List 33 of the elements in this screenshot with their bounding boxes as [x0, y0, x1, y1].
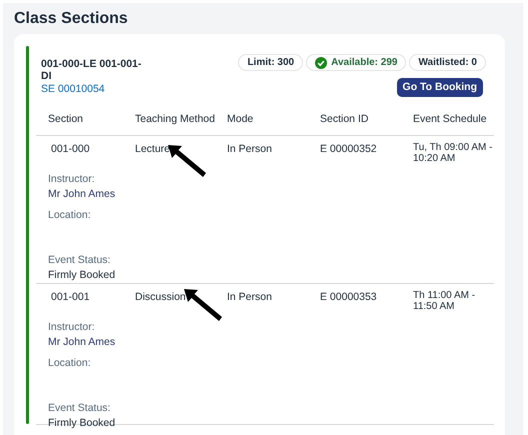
field-label: Instructor:	[48, 321, 95, 334]
field-label: Instructor:	[48, 173, 95, 186]
event-status: Firmly Booked	[48, 417, 116, 430]
column-header: Mode	[227, 112, 254, 127]
table-cell-text: 001-001	[50, 290, 91, 305]
column-header: Event Schedule	[413, 112, 488, 127]
table-cell-text: In Person	[227, 142, 273, 157]
check-circle-icon	[315, 56, 328, 68]
column-header: Teaching Method	[135, 112, 216, 127]
instructor-name: Mr John Ames	[48, 188, 116, 201]
table-cell-text: Th 11:00 AM - 11:50 AM	[413, 290, 476, 312]
column-header: Section	[48, 112, 84, 127]
go-to-booking-button[interactable]: Go To Booking	[396, 78, 483, 97]
field-label: Event Status:	[48, 402, 110, 415]
event-status: Firmly Booked	[48, 269, 116, 282]
table-cell-text: 001-000	[50, 142, 91, 157]
section-title: Class Sections	[14, 9, 129, 29]
table-cell-text: Discussion	[135, 290, 186, 305]
group-name: 001-000-LE 001-001-DI	[41, 58, 142, 82]
field-label: Location:	[48, 357, 91, 370]
column-header: Section ID	[320, 112, 370, 127]
table-cell-text: E 00000352	[320, 142, 378, 157]
count-badge: Waitlisted: 0	[409, 54, 486, 71]
count-badge: Limit: 300	[238, 54, 304, 71]
table-cell-text: Lecture	[135, 142, 170, 157]
group-code: SE 00010054	[41, 82, 106, 96]
availability-badge: Available: 299	[306, 54, 406, 71]
instructor-name: Mr John Ames	[48, 336, 116, 349]
field-label: Location:	[48, 209, 91, 222]
table-cell-text: In Person	[227, 290, 273, 305]
field-label: Event Status:	[48, 254, 110, 267]
table-cell-text: Tu, Th 09:00 AM - 10:20 AM	[413, 142, 494, 164]
table-cell-text: E 00000353	[320, 290, 378, 305]
